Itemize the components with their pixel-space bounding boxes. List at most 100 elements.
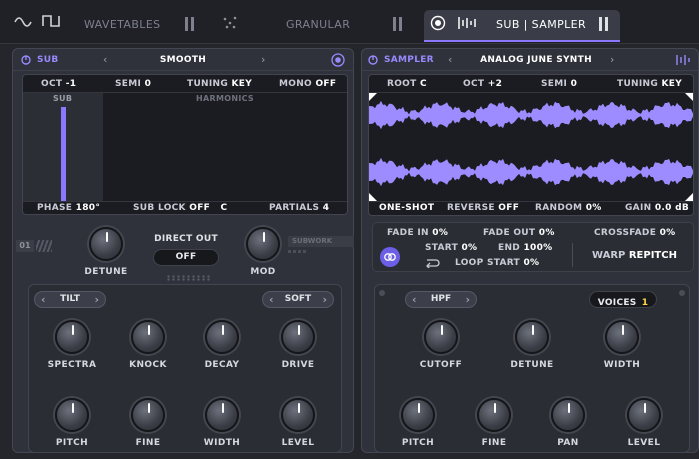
detune-knob[interactable] — [89, 227, 123, 261]
fade-in-value[interactable]: 0% — [432, 228, 448, 238]
sub-shape-selector[interactable]: ‹ SOFT › — [262, 291, 334, 308]
sampler-level-knob[interactable] — [627, 398, 661, 432]
fade-out-label: FADE OUT — [483, 228, 536, 238]
voices-label: VOICES — [597, 298, 637, 308]
target-icon[interactable] — [331, 53, 345, 67]
sampler-detune-label: DETUNE — [510, 360, 554, 370]
sub-shape-value: SOFT — [284, 294, 312, 304]
loop-icon[interactable] — [424, 257, 440, 268]
mod-label: MOD — [250, 267, 276, 277]
sine-wave-icon[interactable] — [14, 16, 32, 28]
warp-value[interactable]: REPITCH — [629, 250, 677, 261]
sub-semi-value[interactable]: 0 — [145, 79, 152, 89]
sub-fine-knob[interactable] — [131, 398, 165, 432]
tab-wavetables-pause-icon[interactable] — [185, 17, 194, 31]
random-value[interactable]: 0% — [586, 203, 602, 213]
sub-preset-next-button[interactable]: › — [261, 53, 265, 66]
sub-preset-name[interactable]: SMOOTH — [133, 55, 233, 65]
sampler-semi-value[interactable]: 0 — [571, 79, 578, 89]
sub-lock-key[interactable]: C — [220, 203, 227, 213]
sampler-preset-name[interactable]: ANALOG JUNE SYNTH — [466, 55, 606, 65]
sampler-filter-value: HPF — [430, 294, 452, 304]
sampler-pitch-label: PITCH — [401, 438, 435, 448]
one-shot-toggle[interactable]: ONE-SHOT — [379, 203, 434, 213]
detune-label: DETUNE — [84, 267, 128, 277]
spectra-knob[interactable] — [55, 320, 89, 354]
drive-knob[interactable] — [281, 320, 315, 354]
reverse-value[interactable]: OFF — [498, 203, 519, 213]
direct-out-label: DIRECT OUT — [154, 234, 218, 244]
sub-lock-label: SUB LOCK — [133, 203, 186, 213]
granular-dots-icon — [223, 16, 237, 29]
sampler-tuning-value[interactable]: KEY — [662, 79, 683, 89]
crossfade-label: CROSSFADE — [594, 228, 657, 238]
square-wave-icon[interactable] — [42, 14, 60, 28]
sampler-pan-label: PAN — [557, 438, 579, 448]
tab-granular[interactable]: GRANULAR — [286, 18, 350, 31]
sampler-oct-label: OCT — [463, 79, 485, 89]
sampler-pan-knob[interactable] — [551, 398, 585, 432]
start-value[interactable]: 0% — [462, 243, 478, 253]
sampler-preset-prev-button[interactable]: ‹ — [448, 53, 452, 66]
sub-filter-value: TILT — [60, 294, 80, 304]
sub-partials-label: PARTIALS — [269, 203, 320, 213]
sampler-fine-knob[interactable] — [477, 398, 511, 432]
sub-filter-selector[interactable]: ‹ TILT › — [34, 291, 106, 308]
grip-dots — [166, 275, 210, 281]
sub-lock-value[interactable]: OFF — [189, 203, 210, 213]
target-icon[interactable] — [430, 15, 446, 31]
sub-oct-value[interactable]: -1 — [66, 79, 77, 89]
sampler-bars-icon[interactable] — [676, 54, 692, 66]
sub-harmonics-display: OCT -1 SEMI 0 TUNING KEY MONO OFF SUB HA… — [22, 74, 348, 215]
sub-pitch-knob[interactable] — [55, 398, 89, 432]
loop-start-marker-icon[interactable] — [369, 193, 377, 201]
knock-knob[interactable] — [131, 320, 165, 354]
loop-start-value[interactable]: 0% — [523, 258, 539, 268]
power-icon[interactable] — [21, 55, 31, 65]
sub-tuning-label: TUNING — [187, 79, 229, 89]
sampler-oct-value[interactable]: +2 — [488, 79, 502, 89]
sub-partials-value[interactable]: 4 — [323, 203, 330, 213]
voices-control[interactable]: VOICES 1 — [589, 291, 657, 308]
sub-preset-prev-button[interactable]: ‹ — [103, 53, 107, 66]
decay-knob[interactable] — [205, 320, 239, 354]
start-marker-icon[interactable] — [369, 93, 377, 101]
top-tab-bar: WAVETABLES GRANULAR SUB | SAMPLER — [0, 0, 699, 44]
sub-semi-label: SEMI — [115, 79, 142, 89]
link-button[interactable] — [380, 247, 400, 267]
direct-out-toggle[interactable]: OFF — [153, 249, 219, 266]
end-value[interactable]: 100% — [524, 243, 553, 253]
voices-value[interactable]: 1 — [642, 298, 649, 308]
sub-title: SUB — [37, 55, 59, 65]
sub-phase-value[interactable]: 180° — [76, 203, 101, 213]
tab-wavetables[interactable]: WAVETABLES — [84, 18, 161, 31]
drive-label: DRIVE — [281, 360, 315, 370]
sub-mono-value[interactable]: OFF — [315, 79, 336, 89]
sampler-preset-next-button[interactable]: › — [610, 53, 614, 66]
sub-harmonic-bar[interactable] — [61, 107, 66, 201]
sampler-filter-selector[interactable]: ‹ HPF › — [405, 291, 477, 308]
crossfade-value[interactable]: 0% — [660, 228, 676, 238]
tab-sub-sampler-pause-icon[interactable] — [599, 17, 608, 31]
loop-end-marker-icon[interactable] — [685, 193, 693, 201]
sampler-level-label: LEVEL — [627, 438, 661, 448]
end-marker-icon[interactable] — [685, 93, 693, 101]
sampler-fine-label: FINE — [481, 438, 507, 448]
spectra-label: SPECTRA — [47, 360, 97, 370]
sampler-pitch-knob[interactable] — [401, 398, 435, 432]
power-icon[interactable] — [368, 55, 378, 65]
cutoff-knob[interactable] — [424, 320, 458, 354]
sub-level-knob[interactable] — [281, 398, 315, 432]
fade-out-value[interactable]: 0% — [539, 228, 555, 238]
slot-number: 01 — [16, 240, 34, 252]
sub-width-knob[interactable] — [205, 398, 239, 432]
sampler-detune-knob[interactable] — [515, 320, 549, 354]
tab-granular-pause-icon[interactable] — [393, 17, 402, 31]
mod-knob[interactable] — [246, 227, 280, 261]
sub-tuning-value[interactable]: KEY — [232, 79, 253, 89]
gain-value[interactable]: 0.0 dB — [655, 203, 689, 213]
link-icon — [384, 253, 396, 261]
sampler-width-knob[interactable] — [605, 320, 639, 354]
sampler-root-value[interactable]: C — [420, 79, 427, 89]
sampler-waveform-display[interactable]: ROOT C OCT +2 SEMI 0 TUNING KEY ONE-SHOT… — [368, 74, 694, 216]
